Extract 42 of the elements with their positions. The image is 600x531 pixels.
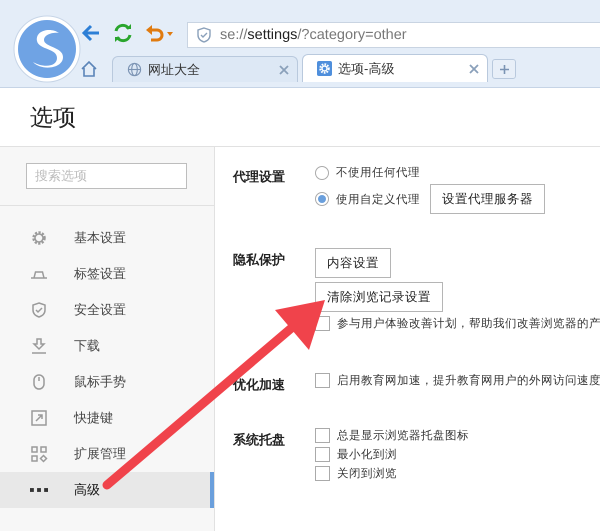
sidebar-item[interactable]: 扩展管理 [0, 436, 214, 472]
undo-icon[interactable] [144, 22, 174, 44]
page-title: 选项 [30, 102, 76, 132]
section-label: 系统托盘 [233, 431, 286, 449]
radio-option[interactable]: 不使用任何代理 [315, 165, 420, 180]
section-label: 隐私保护 [233, 251, 286, 269]
close-icon[interactable] [469, 64, 479, 74]
settings-button[interactable]: 清除浏览记录设置 [315, 282, 443, 312]
search-field[interactable]: 搜索选项 [26, 163, 187, 189]
section-label: 优化加速 [233, 376, 286, 394]
shield-icon [196, 27, 212, 43]
new-tab-button[interactable] [492, 59, 516, 79]
sidebar-item[interactable]: 鼠标手势 [0, 364, 214, 400]
sidebar-item[interactable]: 下载 [0, 328, 214, 364]
refresh-icon[interactable] [112, 22, 134, 44]
plus-icon[interactable] [500, 64, 508, 74]
sidebar-item[interactable]: 高级 [0, 472, 214, 508]
download-icon [30, 337, 48, 355]
close-icon[interactable] [279, 64, 289, 74]
globe-icon [127, 62, 142, 77]
settings-button[interactable]: 设置代理服务器 [430, 184, 545, 214]
browser-logo-icon[interactable] [13, 15, 81, 83]
home-icon[interactable] [80, 60, 98, 78]
checkbox-option[interactable]: 最小化到浏 [315, 447, 397, 462]
sidebar-item[interactable]: 安全设置 [0, 292, 214, 328]
browser-tab[interactable]: 选项-高级 [302, 54, 488, 82]
gear-icon [317, 61, 332, 76]
sidebar-item[interactable]: 快捷键 [0, 400, 214, 436]
grid-icon [30, 445, 48, 463]
shortcut-icon [30, 409, 48, 427]
checkbox-option[interactable]: 总是显示浏览器托盘图标 [315, 428, 469, 443]
radio-option[interactable]: 使用自定义代理 [315, 192, 420, 206]
checkbox-option[interactable]: 关闭到浏览 [315, 466, 397, 481]
back-icon[interactable] [80, 22, 102, 44]
browser-tab[interactable]: 网址大全 [112, 56, 298, 82]
sidebar-item[interactable]: 基本设置 [0, 220, 214, 256]
section-label: 代理设置 [233, 168, 286, 186]
more-icon [30, 488, 48, 492]
gear-icon [30, 229, 48, 247]
settings-button[interactable]: 内容设置 [315, 248, 391, 278]
sidebar-item[interactable]: 标签设置 [0, 256, 214, 292]
shield-icon [30, 301, 48, 319]
